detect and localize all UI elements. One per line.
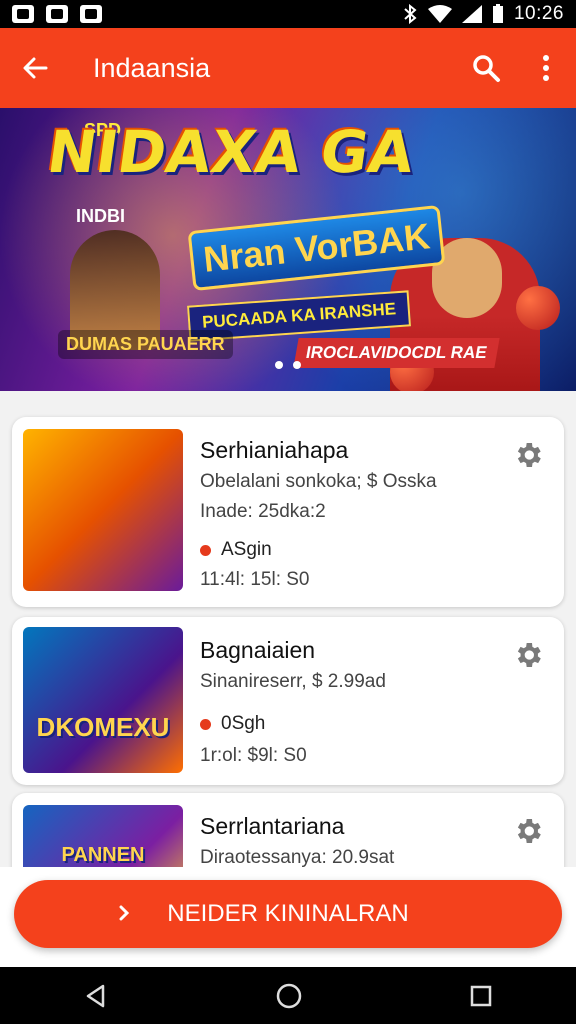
carousel-indicator[interactable] <box>0 361 576 369</box>
item-time: 1r:ol: $9l: S0 <box>200 745 307 766</box>
item-status: 0Sgh <box>200 713 265 735</box>
bottom-action-bar: NEIDER KININALRAN <box>0 867 576 967</box>
back-button[interactable] <box>0 28 70 108</box>
back-nav-icon[interactable] <box>83 983 109 1009</box>
item-name: Serhianiahapa <box>200 437 349 463</box>
search-icon <box>473 55 500 82</box>
item-description: Diraotessanya: 20.9sat <box>200 847 395 867</box>
banner-badge: DUMAS PAUAERR <box>58 330 233 359</box>
page-title: Indaansia <box>93 52 211 83</box>
overflow-menu-button[interactable] <box>516 28 576 108</box>
system-nav-bar <box>0 967 576 1024</box>
list-item[interactable]: DKOMEXU Bagnaiaien Sinanireserr, $ 2.99a… <box>12 617 564 785</box>
arrow-left-icon <box>23 57 48 79</box>
app-bar: Indaansia <box>0 28 576 108</box>
list-item[interactable]: Serhianiahapa Obelalani sonkoka; $ Osska… <box>12 417 564 607</box>
battery-icon <box>492 4 503 23</box>
carousel-dot[interactable] <box>293 361 301 369</box>
notification-mail-icon <box>46 5 68 23</box>
game-thumbnail: PANNEN <box>23 805 183 867</box>
gear-icon[interactable] <box>512 439 544 471</box>
game-thumbnail: DKOMEXU <box>23 627 183 773</box>
status-dot-icon <box>200 544 211 556</box>
list-item[interactable]: PANNEN Serrlantariana Diraotessanya: 20.… <box>12 793 564 867</box>
gear-icon[interactable] <box>512 639 544 671</box>
item-description: Sinanireserr, $ 2.99ad <box>200 671 386 692</box>
status-bar: 10:26 <box>0 0 576 28</box>
recents-nav-icon[interactable] <box>469 984 493 1008</box>
primary-action-label: NEIDER KININALRAN <box>167 900 409 927</box>
chevron-right-icon <box>119 905 130 921</box>
thumbnail-title: PANNEN <box>61 844 145 866</box>
game-thumbnail <box>23 429 183 591</box>
banner-subtitle: INDBI <box>76 206 125 226</box>
more-vertical-icon <box>543 55 549 81</box>
game-list: Serhianiahapa Obelalani sonkoka; $ Osska… <box>0 391 576 867</box>
signal-icon <box>461 5 482 23</box>
clock: 10:26 <box>513 3 564 24</box>
item-name: Serrlantariana <box>200 813 345 839</box>
wifi-icon <box>427 5 452 23</box>
thumbnail-title: DKOMEXU <box>36 712 170 742</box>
search-button[interactable] <box>456 28 516 108</box>
gear-icon[interactable] <box>512 815 544 847</box>
banner-title: NIDAXA GA <box>43 118 419 186</box>
item-status: ASgin <box>200 539 272 561</box>
ball-image <box>516 286 560 330</box>
notification-camera-icon <box>80 5 102 23</box>
status-label: ASgin <box>221 539 272 560</box>
status-label: 0Sgh <box>221 713 266 734</box>
item-time: 11:4l: 15l: S0 <box>200 569 310 590</box>
bluetooth-icon <box>404 4 417 24</box>
carousel-dot[interactable] <box>275 361 283 369</box>
status-dot-icon <box>200 718 211 730</box>
item-meta: Inade: 25dka:2 <box>200 501 326 522</box>
promo-banner[interactable]: SPD NIDAXA GA INDBI Nran VorBAK PUCAADA … <box>0 108 576 391</box>
primary-action-button[interactable]: NEIDER KININALRAN <box>14 880 562 948</box>
notification-app-icon <box>12 5 34 23</box>
home-nav-icon[interactable] <box>275 982 303 1010</box>
item-name: Bagnaiaien <box>200 637 316 663</box>
item-description: Obelalani sonkoka; $ Osska <box>200 471 437 492</box>
